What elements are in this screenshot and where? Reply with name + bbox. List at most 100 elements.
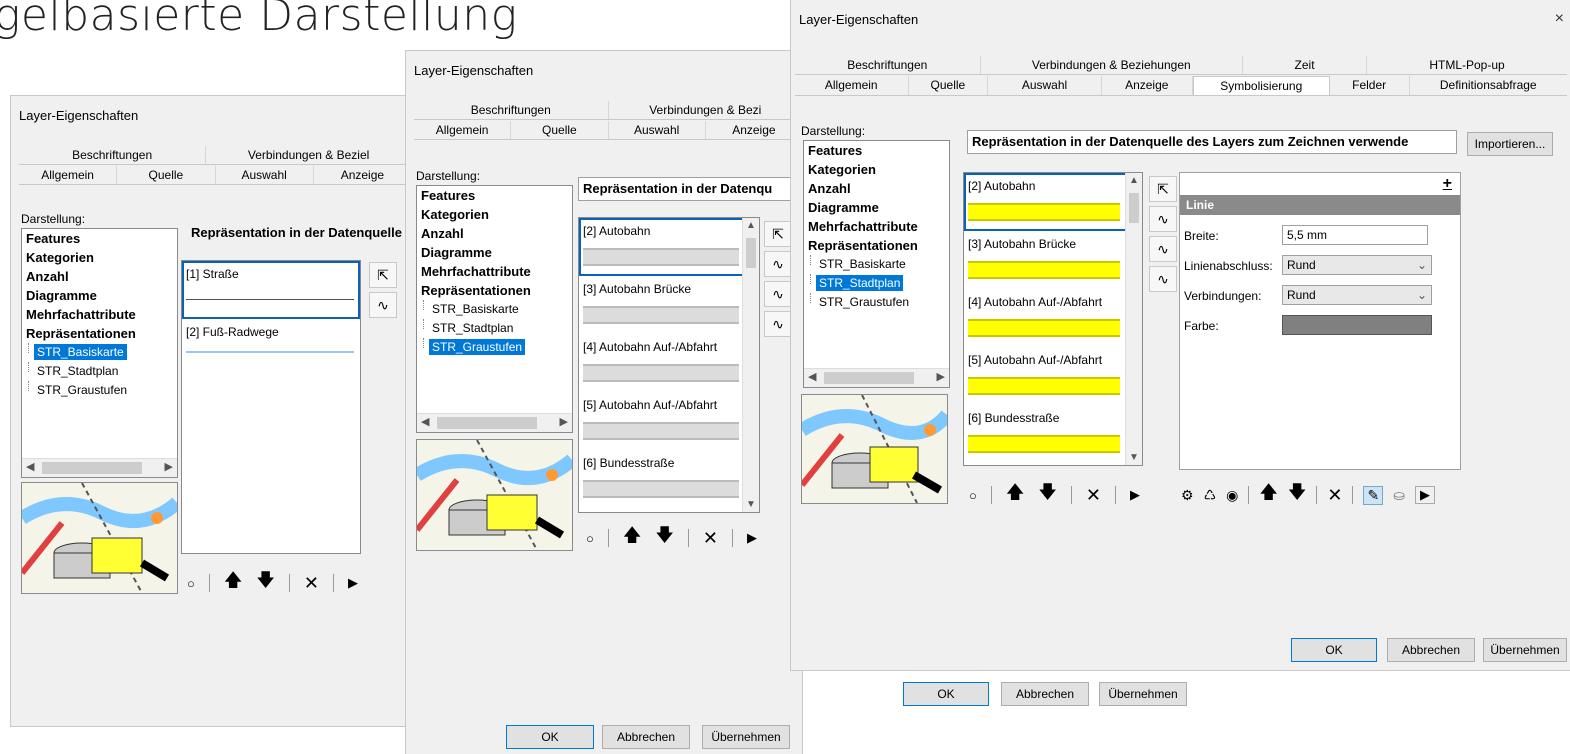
- add-property-icon[interactable]: +: [1443, 175, 1452, 193]
- draw-line-icon[interactable]: ∿: [1149, 266, 1177, 292]
- scroll-thumb[interactable]: [437, 417, 537, 429]
- move-up-icon[interactable]: 🡅: [1259, 480, 1278, 510]
- tab-anzeige[interactable]: Anzeige: [314, 166, 411, 184]
- tree-node-kategorien[interactable]: Kategorien: [804, 160, 949, 179]
- scroll-right-icon[interactable]: ▶: [937, 370, 945, 383]
- tab-anzeige[interactable]: Anzeige: [1102, 76, 1193, 95]
- tree-node-anzahl[interactable]: Anzahl: [22, 267, 177, 286]
- cancel-button-lower[interactable]: Abbrechen: [1001, 682, 1089, 706]
- tree-node-features[interactable]: Features: [22, 229, 177, 248]
- pen-icon[interactable]: ✎: [1363, 485, 1384, 505]
- tree-child-str-stadtplan[interactable]: STR_Stadtplan: [804, 274, 949, 293]
- tree-child-str-stadtplan[interactable]: STR_Stadtplan: [22, 362, 177, 381]
- scroll-up-icon[interactable]: ▲: [746, 220, 756, 231]
- representation-list[interactable]: [2] Autobahn [3] Autobahn Brücke [4] Aut…: [578, 217, 760, 513]
- scroll-thumb[interactable]: [746, 238, 756, 268]
- add-graphic-icon[interactable]: ⚙: [1181, 487, 1194, 504]
- select-rule-icon[interactable]: ⇱: [369, 262, 397, 288]
- list-item[interactable]: [2] Autobahn: [964, 173, 1142, 231]
- tree-child-str-stadtplan[interactable]: STR_Stadtplan: [417, 319, 572, 338]
- scroll-thumb[interactable]: [824, 372, 914, 384]
- draw-line-icon[interactable]: ∿: [764, 281, 792, 307]
- ok-button[interactable]: OK: [506, 725, 594, 749]
- move-down-icon[interactable]: 🡇: [1288, 480, 1307, 510]
- more-icon[interactable]: ▶: [1130, 487, 1140, 503]
- move-up-icon[interactable]: 🡅: [1006, 480, 1025, 510]
- tab-beschriftungen[interactable]: Beschriftungen: [19, 146, 207, 164]
- tree-child-str-basiskarte[interactable]: STR_Basiskarte: [417, 300, 572, 319]
- tree-node-diagramme[interactable]: Diagramme: [417, 243, 572, 262]
- tree-horizontal-scrollbar[interactable]: ◀ ▶: [804, 368, 949, 387]
- representation-checkbox-label[interactable]: Repräsentation in der Datenquelle: [187, 222, 411, 244]
- apply-button[interactable]: Übernehmen: [1483, 638, 1567, 662]
- delete-icon[interactable]: ✕: [1086, 485, 1101, 506]
- list-item[interactable]: [6] Bundesstraße: [964, 405, 1142, 463]
- draw-line-icon[interactable]: ∿: [1149, 236, 1177, 262]
- tree-node-mehrfachattribute[interactable]: Mehrfachattribute: [417, 262, 572, 281]
- representation-checkbox-label[interactable]: Repräsentation in der Datenquelle des La…: [967, 130, 1457, 154]
- list-item[interactable]: [4] Autobahn Auf-/Abfahrt: [579, 334, 759, 392]
- move-up-icon[interactable]: 🡅: [623, 523, 642, 553]
- add-effect-icon[interactable]: ♺: [1204, 487, 1217, 504]
- tree-node-diagramme[interactable]: Diagramme: [804, 198, 949, 217]
- tree-node-kategorien[interactable]: Kategorien: [417, 205, 572, 224]
- delete-icon[interactable]: ✕: [703, 528, 718, 549]
- tree-node-anzahl[interactable]: Anzahl: [804, 179, 949, 198]
- tree-node-repraesentationen[interactable]: Repräsentationen: [804, 236, 949, 255]
- tab-quelle[interactable]: Quelle: [117, 166, 216, 184]
- list-item[interactable]: [5] Autobahn Auf-/Abfahrt: [579, 392, 759, 450]
- cancel-button[interactable]: Abbrechen: [602, 725, 690, 749]
- scroll-thumb[interactable]: [42, 462, 142, 474]
- apply-button[interactable]: Übernehmen: [702, 725, 790, 749]
- scroll-up-icon[interactable]: ▲: [1129, 175, 1139, 186]
- more-icon[interactable]: ▶: [1414, 486, 1435, 504]
- delete-icon[interactable]: ✕: [1327, 485, 1342, 506]
- tab-anzeige[interactable]: Anzeige: [706, 121, 802, 139]
- tab-allgemein[interactable]: Allgemein: [19, 166, 118, 184]
- darstellung-tree[interactable]: Features Kategorien Anzahl Diagramme Meh…: [416, 185, 573, 433]
- representation-list[interactable]: [2] Autobahn [3] Autobahn Brücke [4] Aut…: [963, 172, 1143, 466]
- tab-beschriftungen[interactable]: Beschriftungen: [414, 101, 609, 119]
- more-icon[interactable]: ▶: [747, 530, 757, 546]
- tab-definitionsabfrage[interactable]: Definitionsabfrage: [1410, 76, 1568, 95]
- scroll-left-icon[interactable]: ◀: [808, 370, 816, 383]
- move-down-icon[interactable]: 🡇: [1038, 480, 1057, 510]
- import-button[interactable]: Importieren...: [1467, 132, 1553, 156]
- draw-line-icon[interactable]: ∿: [764, 311, 792, 337]
- ok-button[interactable]: OK: [1291, 638, 1377, 662]
- darstellung-tree[interactable]: Features Kategorien Anzahl Diagramme Meh…: [21, 228, 178, 478]
- list-vertical-scrollbar[interactable]: ▲ ▼: [742, 218, 759, 512]
- cylinder-icon[interactable]: ⛀: [1393, 487, 1405, 504]
- add-marker-icon[interactable]: ◉: [1226, 487, 1238, 504]
- scroll-right-icon[interactable]: ▶: [560, 415, 568, 428]
- list-item[interactable]: [3] Autobahn Brücke: [579, 276, 759, 334]
- tree-node-anzahl[interactable]: Anzahl: [417, 224, 572, 243]
- add-icon[interactable]: ○: [586, 531, 594, 546]
- darstellung-tree[interactable]: Features Kategorien Anzahl Diagramme Meh…: [803, 140, 950, 388]
- tab-verbindungen[interactable]: Verbindungen & Beziehungen: [981, 56, 1244, 74]
- tab-allgemein[interactable]: Allgemein: [414, 121, 512, 139]
- tree-child-str-graustufen[interactable]: STR_Graustufen: [804, 293, 949, 312]
- select-rule-icon[interactable]: ⇱: [764, 221, 792, 247]
- draw-line-icon[interactable]: ∿: [369, 292, 397, 318]
- add-icon[interactable]: ○: [969, 488, 977, 503]
- tab-quelle[interactable]: Quelle: [511, 121, 609, 139]
- scroll-down-icon[interactable]: ▼: [1129, 452, 1139, 463]
- tree-node-features[interactable]: Features: [417, 186, 572, 205]
- apply-button-lower[interactable]: Übernehmen: [1099, 682, 1187, 706]
- scroll-down-icon[interactable]: ▼: [746, 499, 756, 510]
- tree-child-str-basiskarte[interactable]: STR_Basiskarte: [22, 343, 177, 362]
- tab-zeit[interactable]: Zeit: [1243, 56, 1368, 74]
- tree-child-str-graustufen[interactable]: STR_Graustufen: [22, 381, 177, 400]
- add-icon[interactable]: ○: [187, 576, 195, 591]
- tab-beschriftungen[interactable]: Beschriftungen: [795, 56, 981, 74]
- tab-allgemein[interactable]: Allgemein: [795, 76, 909, 95]
- farbe-color-swatch[interactable]: [1282, 315, 1432, 335]
- tree-node-diagramme[interactable]: Diagramme: [22, 286, 177, 305]
- delete-icon[interactable]: ✕: [304, 573, 319, 594]
- tree-node-kategorien[interactable]: Kategorien: [22, 248, 177, 267]
- representation-checkbox-label[interactable]: Repräsentation in der Datenqu: [578, 177, 798, 201]
- select-rule-icon[interactable]: ⇱: [1149, 176, 1177, 202]
- draw-line-icon[interactable]: ∿: [764, 251, 792, 277]
- ok-button-lower[interactable]: OK: [903, 682, 989, 706]
